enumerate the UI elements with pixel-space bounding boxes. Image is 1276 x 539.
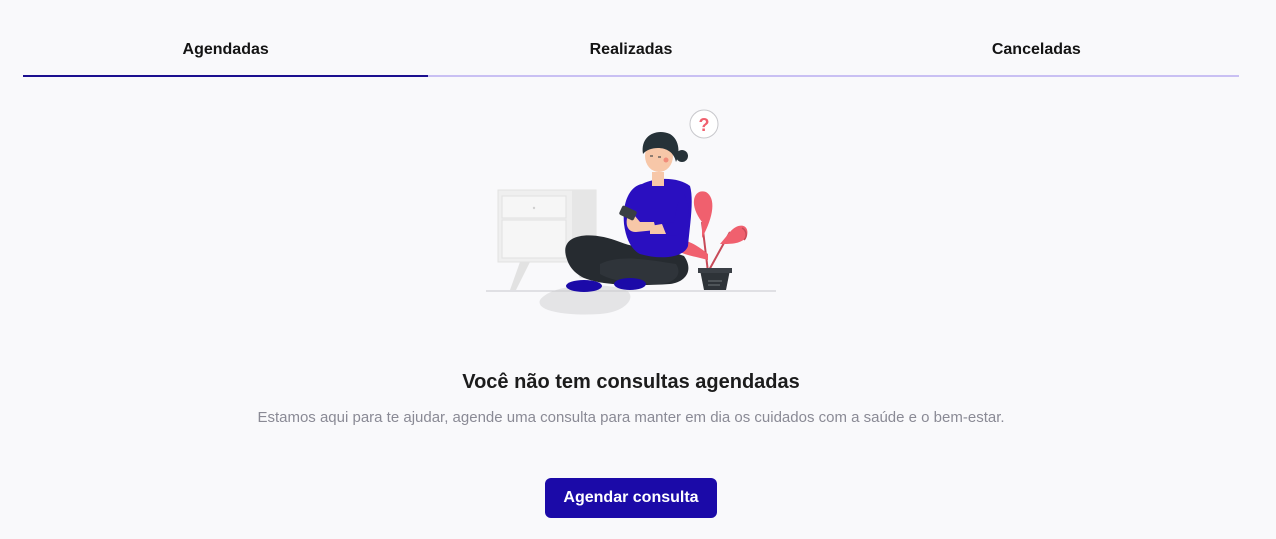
tab-canceladas-underline [833, 75, 1239, 77]
question-mark-icon: ? [699, 115, 710, 135]
tab-canceladas-label: Canceladas [991, 41, 1081, 58]
left-shoe [566, 280, 602, 292]
right-shoe [614, 278, 646, 290]
empty-state-title: Você não tem consultas agendadas [462, 371, 800, 393]
tab-realizadas[interactable]: Realizadas [428, 28, 834, 77]
appointments-page: Agendadas Realizadas Canceladas ? Você n… [0, 0, 1276, 539]
appointments-tabs: Agendadas Realizadas Canceladas [23, 28, 1239, 77]
empty-state-illustration: ? [486, 109, 776, 315]
tab-agendadas[interactable]: Agendadas [23, 28, 429, 77]
question-bubble: ? [689, 109, 719, 139]
schedule-appointment-button[interactable]: Agendar consulta [545, 478, 717, 518]
tab-canceladas[interactable]: Canceladas [833, 28, 1239, 77]
tab-agendadas-label: Agendadas [182, 41, 269, 58]
tab-agendadas-underline [23, 75, 429, 77]
empty-state-description: Estamos aqui para te ajudar, agende uma … [257, 409, 1005, 426]
tab-realizadas-underline [428, 75, 834, 77]
tab-realizadas-label: Realizadas [589, 41, 673, 58]
